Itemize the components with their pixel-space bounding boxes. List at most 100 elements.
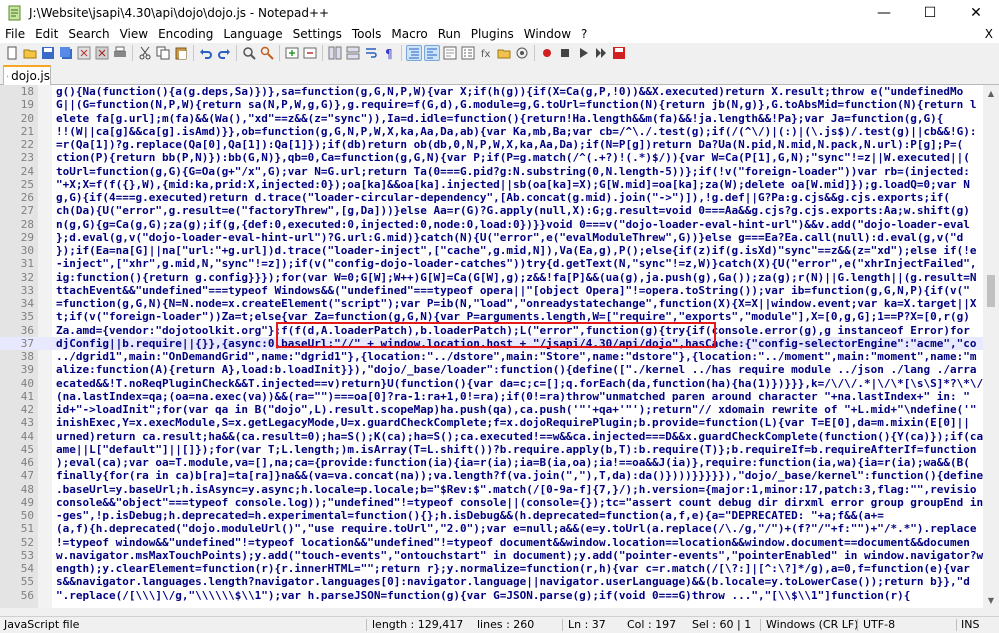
minimize-button[interactable]: — [861, 0, 907, 26]
code-line[interactable]: 52 !=typeof window&&"undefined"!=typeof l… [0, 536, 983, 549]
code-line[interactable]: 22 =r(Qa[1])?g.replace(Qa[0],Qa[1]):Qa[1]… [0, 138, 983, 151]
code-line[interactable]: 18 g(){Na(function(){a(g.deps,Sa)})},sa=f… [0, 85, 983, 98]
code-line[interactable]: 53 w.navigator.msMaxTouchPoints);y.add("t… [0, 549, 983, 562]
code-line[interactable]: 38 ../dgrid1",main:"OnDemandGrid",name:"d… [0, 350, 983, 363]
code-line[interactable]: 41 (na.lastIndex=qa;(oa=na.exec(va))&&(ra… [0, 390, 983, 403]
code-text[interactable]: urned)return ca.result;ha&&(ca.result=0)… [56, 430, 983, 443]
monitoring-icon[interactable] [514, 45, 530, 61]
menu-macro[interactable]: Macro [386, 26, 432, 43]
code-line[interactable]: 39 alize:function(A){return A},load:b.loa… [0, 363, 983, 376]
code-lines[interactable]: 18 g(){Na(function(){a(g.deps,Sa)})},sa=f… [0, 85, 983, 602]
zoom-out-icon[interactable] [302, 45, 318, 61]
code-text[interactable]: .baseUrl=y.baseUrl;h.isAsync=y.async;h.l… [56, 483, 977, 496]
code-line[interactable]: 20 elete fa[g.url];m(fa)&&(Wa(),"xd"==z&&… [0, 112, 983, 125]
code-text[interactable]: s&&navigator.languages.length?navigator.… [56, 575, 970, 588]
code-text[interactable]: finally{for(ra in ca)b[ra]=ta[ra]}na&&(v… [56, 469, 983, 482]
document-list-icon[interactable] [460, 45, 476, 61]
code-text[interactable]: );eval(ca);var oa=T.module,va=[],na;ca={… [56, 456, 970, 469]
code-line[interactable]: 56 ".replace(/[\\\]\/g,"\\\\\\$\\1");var … [0, 589, 983, 602]
menu-window[interactable]: Window [519, 26, 576, 43]
code-text[interactable]: n(g,G){g=Ca(g,G);za(g);if(g,{def:0,execu… [56, 218, 970, 231]
code-line[interactable]: 32 ig:function(){return g.config}}});for(… [0, 271, 983, 284]
code-line[interactable]: 45 ame||L["default"]||[]});for(var T;L.le… [0, 443, 983, 456]
code-text[interactable]: g(){Na(function(){a(g.deps,Sa)})},sa=fun… [56, 85, 963, 98]
close-all-icon[interactable] [94, 45, 110, 61]
record-macro-icon[interactable] [539, 45, 555, 61]
paste-icon[interactable] [173, 45, 189, 61]
language-define-icon[interactable] [424, 45, 440, 61]
menu-language[interactable]: Language [218, 26, 287, 43]
code-line[interactable]: 54 ength);y.clearElement=function(r){r.in… [0, 562, 983, 575]
copy-icon[interactable] [155, 45, 171, 61]
code-line[interactable]: 29};d.eval(g,v("dojo-loader-eval-hint-ur… [0, 231, 983, 244]
code-line[interactable]: 36 Za.amd={vendor:"dojotoolkit.org"};f(f(… [0, 324, 983, 337]
code-line[interactable]: 24 toUrl=function(g,G){G=Oa(g+"/x",G);var… [0, 165, 983, 178]
cut-icon[interactable] [137, 45, 153, 61]
function-list-icon[interactable]: fx [478, 45, 494, 61]
menu-settings[interactable]: Settings [288, 26, 347, 43]
code-text[interactable]: toUrl=function(g,G){G=Oa(g+"/x",G);var N… [56, 165, 970, 178]
code-text[interactable]: elete fa[g.url];m(fa)&&(Wa(),"xd"==z&&(z… [56, 112, 943, 125]
code-text[interactable]: djConfig||b.require||{}},{async:0,baseUr… [56, 337, 977, 350]
code-line[interactable]: 28 n(g,G){g=Ca(g,G);za(g);if(g,{def:0,exe… [0, 218, 983, 231]
folder-as-workspace-icon[interactable] [496, 45, 512, 61]
vertical-scrollbar[interactable]: ▲ ▼ [983, 85, 999, 608]
code-text[interactable]: ttachEvent&&"undefined"===typeof Windows… [56, 284, 970, 297]
stop-recording-icon[interactable] [557, 45, 573, 61]
code-line[interactable]: 40 ecated&&!T.noReqPluginCheck&&T.injecte… [0, 377, 983, 390]
code-line[interactable]: 31 -inject",["xhr",g.mid,N,"sync"!=z]);if… [0, 257, 983, 270]
zoom-in-icon[interactable] [284, 45, 300, 61]
menu-help[interactable]: ? [576, 26, 592, 43]
code-line[interactable]: 37 djConfig||b.require||{}},{async:0,base… [0, 336, 983, 350]
code-line[interactable]: 46);eval(ca);var oa=T.module,va=[],na;ca… [0, 456, 983, 469]
code-line[interactable]: 27 ch(Da){U("error",g.result=e("factoryTh… [0, 204, 983, 217]
tab-dojo-js[interactable]: dojo.js [3, 65, 51, 85]
horizontal-scrollbar[interactable] [0, 608, 983, 616]
code-text[interactable]: t;if(v("foreign-loader"))Za=t;else{var Z… [56, 310, 970, 323]
code-line[interactable]: 19 G||(G=function(N,P,W){return sa(N,P,W,… [0, 98, 983, 111]
code-text[interactable]: ame||L["default"]||[]});for(var T;L.leng… [56, 443, 977, 456]
find-icon[interactable] [241, 45, 257, 61]
open-file-icon[interactable] [22, 45, 38, 61]
code-text[interactable]: g,G){if(4===g.executed)return d.trace("l… [56, 191, 950, 204]
editor-pane[interactable]: 18 g(){Na(function(){a(g.deps,Sa)})},sa=f… [0, 85, 983, 608]
menu-search[interactable]: Search [63, 26, 114, 43]
sync-horizontal-icon[interactable] [345, 45, 361, 61]
code-text[interactable]: =function(g,G,N){N=N.node=x.createElemen… [56, 297, 977, 310]
menu-view[interactable]: View [115, 26, 153, 43]
code-line[interactable]: 55 s&&navigator.languages.length?navigato… [0, 575, 983, 588]
save-icon[interactable] [40, 45, 56, 61]
undo-icon[interactable] [198, 45, 214, 61]
show-all-characters-icon[interactable]: ¶ [381, 45, 397, 61]
code-text[interactable]: G||(G=function(N,P,W){return sa(N,P,W,g,… [56, 98, 977, 111]
run-macro-multiple-icon[interactable] [593, 45, 609, 61]
status-insert-mode[interactable]: INS [961, 617, 979, 633]
replace-icon[interactable] [259, 45, 275, 61]
code-line[interactable]: 23 ction(P){return bb(P,N)}):bb(G,N)},qb=… [0, 151, 983, 164]
code-text[interactable]: (a,f){h.deprecated("dojo.moduleUrl()","u… [56, 522, 977, 535]
status-eol[interactable]: Windows (CR LF) [766, 617, 858, 633]
menu-edit[interactable]: Edit [30, 26, 63, 43]
menu-tools[interactable]: Tools [347, 26, 387, 43]
code-line[interactable]: 25 "+X;X=f(f({},W),{mid:ka,prid:X,injecte… [0, 178, 983, 191]
code-line[interactable]: 49 console&&"object"===typeof console.log… [0, 496, 983, 509]
menu-encoding[interactable]: Encoding [153, 26, 218, 43]
code-line[interactable]: 26 g,G){if(4===g.executed)return d.trace(… [0, 191, 983, 204]
code-line[interactable]: 48 .baseUrl=y.baseUrl;h.isAsync=y.async;h… [0, 483, 983, 496]
code-line[interactable]: 21 !!(W||ca[g]&&ca[g].isAmd)}},ob=functio… [0, 125, 983, 138]
menu-run[interactable]: Run [433, 26, 466, 43]
code-text[interactable]: ../dgrid1",main:"OnDemandGrid",name:"dgr… [56, 350, 977, 363]
sync-vertical-icon[interactable] [327, 45, 343, 61]
code-text[interactable]: w.navigator.msMaxTouchPoints);y.add("tou… [56, 549, 983, 562]
code-text[interactable]: Za.amd={vendor:"dojotoolkit.org"};f(f(d,… [56, 324, 970, 337]
code-line[interactable]: 51 (a,f){h.deprecated("dojo.moduleUrl()",… [0, 522, 983, 535]
status-encoding[interactable]: UTF-8 [863, 617, 895, 633]
new-file-icon[interactable] [4, 45, 20, 61]
close-button[interactable]: ✕ [953, 0, 999, 26]
scroll-thumb[interactable] [987, 275, 995, 307]
save-all-icon[interactable] [58, 45, 74, 61]
code-text[interactable]: ction(P){return bb(P,N)}):bb(G,N)},qb=0,… [56, 151, 970, 164]
code-text[interactable]: id+"->loadInit";for(var qa in B("dojo",L… [56, 403, 977, 416]
code-text[interactable]: "+X;X=f(f({},W),{mid:ka,prid:X,injected:… [56, 178, 970, 191]
code-text[interactable]: };d.eval(g,v("dojo-loader-eval-hint-url"… [56, 231, 963, 244]
